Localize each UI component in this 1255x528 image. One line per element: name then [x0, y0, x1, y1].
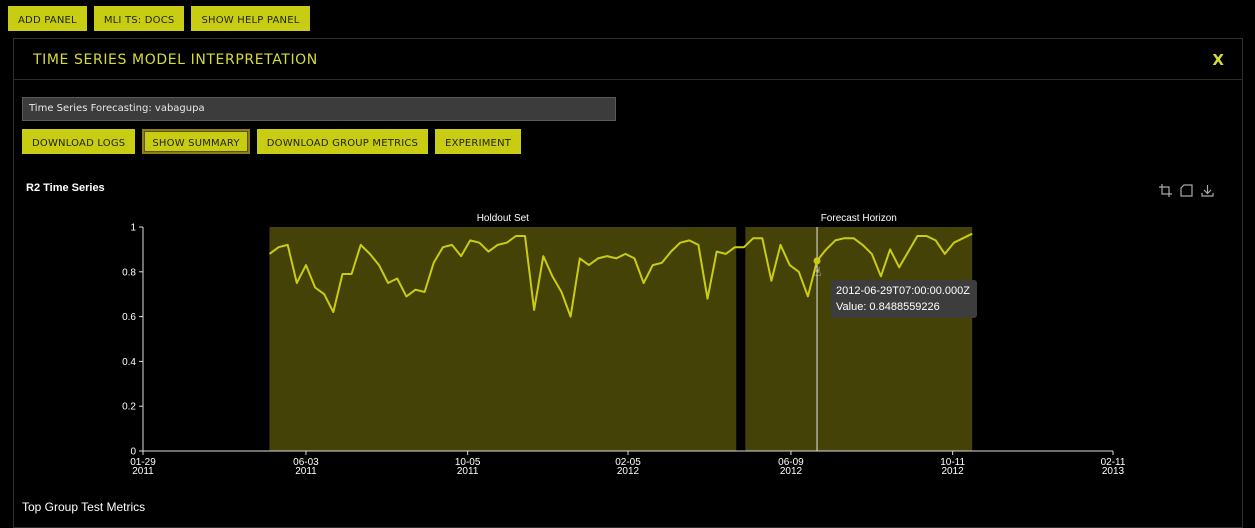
- band-1: [745, 227, 973, 451]
- y-tick-label-2: 0.4: [122, 357, 136, 368]
- x-tick-year-1: 2011: [295, 466, 317, 477]
- band-label-0: Holdout Set: [477, 213, 529, 224]
- y-tick-label-1: 0.2: [122, 402, 136, 413]
- chart-tooltip: 2012-06-29T07:00:00.000Z Value: 0.848855…: [831, 280, 977, 318]
- x-tick-year-3: 2012: [617, 466, 640, 477]
- y-tick-label-0: 0: [130, 447, 136, 458]
- tooltip-value: Value: 0.8488559226: [836, 301, 940, 313]
- band-0: [269, 227, 737, 451]
- x-tick-year-0: 2011: [132, 466, 154, 477]
- x-tick-year-4: 2012: [780, 466, 803, 477]
- y-tick-label-4: 0.8: [122, 267, 136, 278]
- band-label-1: Forecast Horizon: [821, 213, 897, 224]
- x-tick-year-5: 2012: [942, 466, 965, 477]
- x-tick-year-6: 2013: [1102, 466, 1125, 477]
- hand-cursor-icon: ☝: [814, 265, 821, 279]
- y-tick-label-5: 1: [130, 223, 136, 234]
- r2-time-series-chart[interactable]: Holdout Set Forecast Horizon 0 0.2 0.4 0.6 0.8…: [0, 0, 1255, 518]
- tooltip-date: 2012-06-29T07:00:00.000Z: [836, 285, 970, 297]
- y-tick-label-3: 0.6: [122, 312, 136, 323]
- hover-point: [813, 257, 821, 265]
- x-tick-year-2: 2011: [457, 466, 479, 477]
